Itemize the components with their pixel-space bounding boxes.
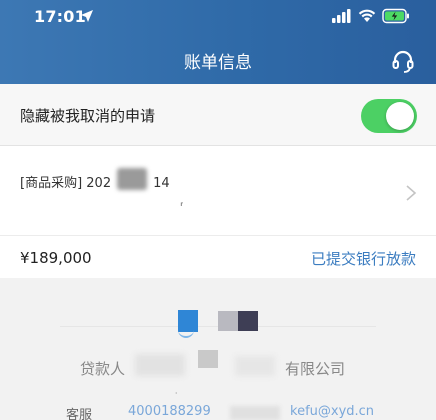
wifi-icon: [358, 9, 376, 22]
bill-name: [商品采购] 202 14: [20, 172, 170, 191]
page-title: 账单信息: [184, 53, 252, 73]
battery-charging-icon: [382, 8, 409, 24]
location-arrow-icon: [81, 10, 93, 22]
redacted-lender-3: [235, 356, 275, 376]
bill-status-link[interactable]: 已提交银行放款: [311, 248, 416, 269]
bill-card[interactable]: [商品采购] 202 14 ⸢ ¥189,000 已提交银行放款: [0, 146, 436, 278]
lender-logo-mark: [178, 310, 198, 332]
redacted-mark: ⸢: [180, 202, 184, 213]
top-header: 17:01 账单信息: [0, 0, 436, 84]
bill-name-prefix: [商品采购] 202: [20, 176, 112, 191]
hide-cancelled-row: 隐藏被我取消的申请: [0, 84, 436, 146]
redacted-dots: ⸱: [175, 389, 178, 399]
bill-amount: ¥189,000: [20, 249, 92, 267]
headset-icon[interactable]: [390, 48, 416, 74]
signal-icon: [332, 9, 351, 23]
lender-footer: 贷款人 有限公司 ⸱ 客服 4000188299 kefu@xyd.cn: [0, 278, 436, 420]
lender-name: 有限公司: [285, 360, 346, 378]
status-bar: 17:01: [0, 0, 436, 32]
redacted-logo-block-dark: [238, 311, 258, 331]
hide-cancelled-label: 隐藏被我取消的申请: [20, 107, 156, 125]
service-label: 客服: [66, 408, 93, 420]
lender-logo-arc: [178, 330, 194, 338]
service-email-link[interactable]: kefu@xyd.cn: [290, 404, 374, 419]
bill-card-header[interactable]: [商品采购] 202 14 ⸢: [0, 146, 436, 236]
redacted-logo-block: [218, 311, 238, 331]
hide-cancelled-toggle[interactable]: [361, 99, 417, 133]
status-time: 17:01: [34, 7, 86, 26]
redacted-lender-2: [198, 350, 218, 368]
lender-label: 贷款人: [80, 360, 126, 378]
redacted-lender-1: [135, 354, 185, 376]
service-phone-link[interactable]: 4000188299: [128, 404, 211, 419]
redacted-service: [230, 406, 280, 420]
toggle-knob: [386, 102, 414, 130]
redacted-block: [117, 168, 147, 190]
chevron-right-icon[interactable]: [405, 184, 417, 202]
bill-name-suffix: 14: [153, 176, 170, 191]
